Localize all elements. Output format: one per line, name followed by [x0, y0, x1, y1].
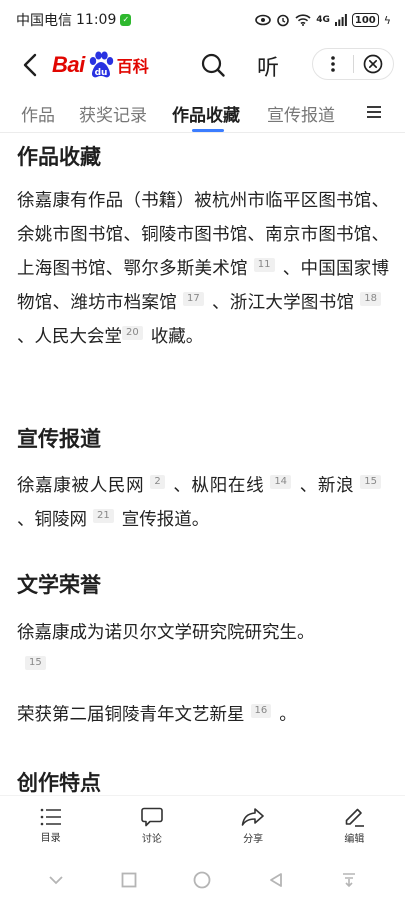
square-recents-icon[interactable] [121, 872, 137, 888]
bottom-toolbar: 目录 讨论 分享 编辑 [0, 795, 405, 855]
back-button[interactable] [18, 51, 42, 79]
collection-text-3: 、浙江大学图书馆 [211, 293, 355, 313]
honors-text-2-end: 。 [279, 705, 297, 725]
collection-text-4: 、人民大会堂 [17, 327, 122, 347]
toc-label: 目录 [40, 832, 61, 844]
citation-ref[interactable]: 17 [183, 292, 204, 306]
collection-paragraph: 徐嘉康有作品（书籍）被杭州市临平区图书馆、余姚市图书馆、铜陵市图书馆、南京市图书… [17, 184, 389, 354]
battery-level: 100 [354, 14, 376, 26]
share-label: 分享 [243, 833, 264, 845]
tab-collection[interactable]: 作品收藏 [172, 101, 240, 126]
system-nav-bar [0, 860, 405, 900]
press-text-1: 徐嘉康被人民网 [17, 476, 145, 496]
press-text-4: 、铜陵网 [17, 510, 87, 530]
tab-works[interactable]: 作品 [21, 101, 55, 126]
section-tabs: 作品 获奖记录 作品收藏 宣传报道 [0, 93, 405, 133]
citation-ref[interactable]: 18 [360, 292, 381, 306]
section-title-press: 宣传报道 [17, 427, 101, 451]
citation-ref[interactable]: 11 [253, 258, 275, 272]
search-button[interactable] [200, 52, 226, 78]
tab-menu-button[interactable] [366, 104, 382, 118]
status-right: 4G 100 ϟ [255, 13, 391, 27]
charging-icon: ϟ [383, 13, 391, 27]
discuss-label: 讨论 [141, 833, 162, 845]
wifi-icon [295, 14, 311, 26]
carrier-name: 中国电信 [16, 13, 72, 29]
logo-baike-text: 百科 [116, 57, 149, 76]
tab-press[interactable]: 宣传报道 [267, 101, 335, 126]
press-paragraph: 徐嘉康被人民网 2 、枞阳在线 14 、新浪 15 、铜陵网 21 宣传报道。 [17, 469, 389, 537]
citation-ref[interactable]: 20 [122, 326, 143, 340]
battery-icon: 100 [351, 13, 379, 27]
circle-home-icon[interactable] [193, 871, 211, 889]
honors-text-2: 荣获第二届铜陵青年文艺新星 [17, 705, 245, 725]
citation-ref[interactable]: 15 [360, 475, 382, 489]
tab-awards[interactable]: 获奖记录 [79, 101, 147, 126]
more-button[interactable] [313, 49, 353, 79]
notification-pulldown-icon[interactable] [341, 872, 357, 888]
share-button[interactable]: 分享 [203, 796, 304, 855]
network-type: 4G [316, 15, 330, 25]
press-text-3: 、新浪 [299, 476, 355, 496]
section-title-collection: 作品收藏 [17, 145, 101, 169]
toc-button[interactable]: 目录 [0, 796, 101, 855]
chevron-left-icon [23, 53, 37, 77]
share-icon [241, 807, 264, 826]
paw-icon: du [86, 50, 116, 80]
citation-ref[interactable]: 15 [25, 656, 46, 670]
section-title-features: 创作特点 [17, 771, 101, 794]
collection-text-5: 收藏。 [150, 327, 204, 347]
press-text-5: 宣传报道。 [121, 510, 210, 530]
status-bar: 中国电信 11:09 ✓ 4G 100 ϟ [0, 0, 405, 40]
search-icon [201, 53, 225, 77]
chevron-down-icon[interactable] [48, 875, 64, 885]
citation-ref[interactable]: 2 [150, 475, 165, 489]
eye-icon [255, 14, 272, 26]
logo-bai-text: Bai [52, 52, 85, 77]
top-nav-bar: Bai du 百科 听 [0, 40, 405, 90]
discuss-button[interactable]: 讨论 [101, 796, 202, 855]
status-left: 中国电信 11:09 ✓ [16, 10, 132, 30]
more-vertical-icon [330, 56, 335, 72]
citation-ref[interactable]: 16 [250, 704, 272, 718]
listen-button[interactable]: 听 [257, 50, 279, 82]
honors-paragraph-2: 荣获第二届铜陵青年文艺新星 16 。 [17, 698, 389, 732]
close-circle-icon [363, 54, 383, 74]
active-tab-indicator [192, 129, 224, 132]
mini-program-capsule [312, 48, 394, 80]
svg-text:du: du [94, 68, 107, 78]
close-button[interactable] [353, 49, 393, 79]
list-icon [40, 808, 61, 825]
press-text-2: 、枞阳在线 [172, 476, 265, 496]
comment-icon [141, 807, 163, 826]
citation-ref[interactable]: 14 [270, 475, 292, 489]
clock: 11:09 [76, 12, 117, 28]
honors-text-1: 徐嘉康成为诺贝尔文学研究院研究生。 [17, 623, 315, 643]
pencil-icon [346, 808, 365, 827]
menu-icon [367, 106, 381, 118]
wechat-badge-icon: ✓ [120, 14, 132, 26]
baidu-baike-logo[interactable]: Bai du 百科 [52, 47, 149, 83]
edit-button[interactable]: 编辑 [304, 796, 405, 855]
article-content: 作品收藏 徐嘉康有作品（书籍）被杭州市临平区图书馆、余姚市图书馆、铜陵市图书馆、… [0, 134, 405, 794]
citation-ref[interactable]: 21 [93, 509, 114, 523]
honors-paragraph-1: 徐嘉康成为诺贝尔文学研究院研究生。 15 [17, 616, 389, 684]
section-title-honors: 文学荣誉 [17, 573, 101, 597]
triangle-back-icon[interactable] [268, 872, 284, 888]
signal-icon [334, 14, 347, 26]
alarm-icon [277, 14, 290, 27]
edit-label: 编辑 [344, 833, 365, 845]
